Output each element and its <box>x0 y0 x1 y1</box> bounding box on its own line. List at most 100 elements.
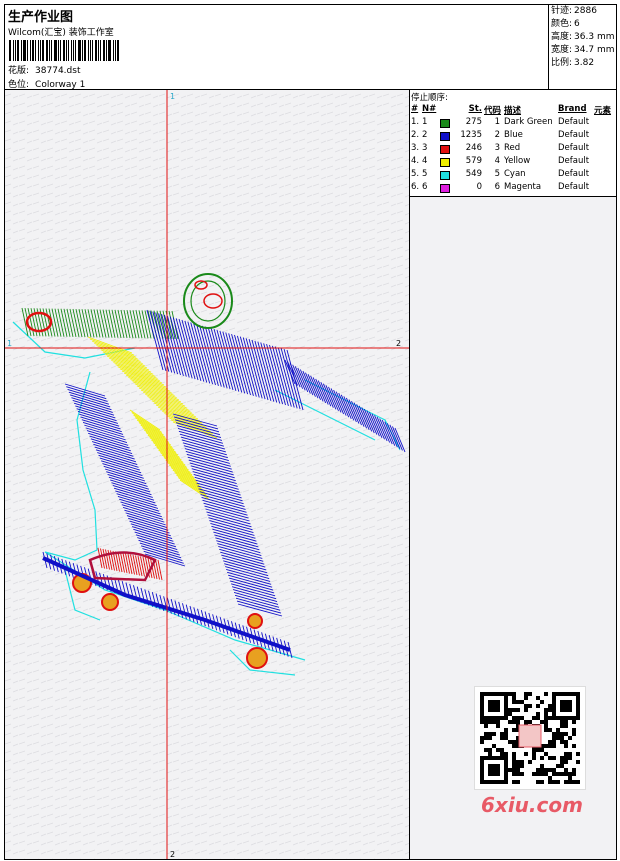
color-swatch <box>440 158 450 167</box>
stat-width: 宽度: 34.7 mm <box>549 44 616 57</box>
stat-width-label: 宽度: <box>551 45 573 55</box>
stop-sequence-row: 4. 4 579 4 Yellow Default <box>410 156 616 169</box>
barcode-bar <box>20 40 22 61</box>
colorway-field: 色位: Colorway 1 <box>8 77 85 90</box>
barcode-bar <box>29 40 31 61</box>
barcode-bar <box>106 40 108 61</box>
stat-stitches-value: 2886 <box>574 6 597 16</box>
row-hash: 6. <box>411 182 420 192</box>
barcode-bar <box>34 40 36 61</box>
barcode-bar <box>39 40 41 61</box>
stat-colors: 颜色: 6 <box>549 18 616 31</box>
row-hash: 2. <box>411 130 420 140</box>
barcode-bar <box>88 40 90 61</box>
row-description: Yellow <box>504 156 531 166</box>
row-code: 4 <box>494 156 500 166</box>
color-swatch <box>440 184 450 193</box>
barcode-bar <box>26 40 28 61</box>
row-n: 6 <box>422 182 428 192</box>
row-description: Cyan <box>504 169 526 179</box>
col-element: 元素 <box>594 106 612 116</box>
row-description: Red <box>504 143 521 153</box>
row-brand: Default <box>558 143 590 153</box>
canvas-background <box>5 90 409 859</box>
row-stitches: 579 <box>465 156 482 166</box>
barcode-bar <box>37 40 39 61</box>
barcode-bar <box>57 40 59 61</box>
stop-sequence-row: 2. 2 1235 2 Blue Default <box>410 130 616 143</box>
stat-width-value: 34.7 mm <box>574 45 615 55</box>
barcode-bar <box>65 40 67 61</box>
barcode-bar <box>22 40 26 61</box>
row-stitches: 275 <box>465 117 482 127</box>
barcode-bar <box>9 40 11 61</box>
row-hash: 3. <box>411 143 420 153</box>
qr-pattern <box>480 692 580 784</box>
barcode-bar <box>41 40 44 61</box>
barcode-bar <box>113 40 115 61</box>
barcode-bar <box>31 40 34 61</box>
row-code: 5 <box>494 169 500 179</box>
row-stitches: 0 <box>476 182 482 192</box>
axis-v-bottom-label: 2 <box>170 850 175 859</box>
axis-h-left-label: 1 <box>7 339 12 348</box>
row-n: 1 <box>422 117 428 127</box>
barcode-bar <box>73 40 75 61</box>
stop-sequence-title: 停止顺序: <box>411 93 448 103</box>
worksheet-header: 生产作业图 Wilcom(汇宝) 装饰工作室 花版: 38774.dst 色位: C… <box>5 5 616 90</box>
stat-height-value: 36.3 mm <box>574 32 615 42</box>
sheet-title: 生产作业图 <box>8 10 74 25</box>
colorway-value: Colorway 1 <box>35 80 86 90</box>
studio-name: Wilcom(汇宝) 装饰工作室 <box>8 28 114 38</box>
row-code: 3 <box>494 143 500 153</box>
barcode-bar <box>84 40 87 61</box>
stop-sequence-row: 6. 6 0 6 Magenta Default <box>410 182 616 195</box>
stat-scale-label: 比例: <box>551 58 573 68</box>
row-description: Dark Green <box>504 117 553 127</box>
stat-scale-value: 3.82 <box>574 58 595 68</box>
barcode-bar <box>50 40 52 61</box>
design-stats: 针迹: 2886 颜色: 6 高度: 36.3 mm 宽度: 34.7 mm 比例: 3.… <box>548 5 616 90</box>
row-hash: 5. <box>411 169 420 179</box>
color-swatch <box>440 171 450 180</box>
row-code: 1 <box>494 117 500 127</box>
color-swatch <box>440 119 450 128</box>
barcode-bar <box>117 40 120 61</box>
barcode-bar <box>90 40 92 61</box>
barcode <box>9 40 121 61</box>
barcode-bar <box>115 40 117 61</box>
stop-sequence-header: # N# St. 代码 描述 Brand 元素 <box>410 104 616 116</box>
barcode-bar <box>78 40 82 61</box>
col-code: 代码 <box>484 106 502 116</box>
barcode-bar <box>70 40 73 61</box>
design-canvas[interactable]: 1 2 1 2 <box>5 90 410 859</box>
row-brand: Default <box>558 130 590 140</box>
row-n: 5 <box>422 169 428 179</box>
row-brand: Default <box>558 117 590 127</box>
col-brand: Brand <box>558 104 587 114</box>
row-brand: Default <box>558 182 590 192</box>
barcode-bar <box>45 40 48 61</box>
stat-height: 高度: 36.3 mm <box>549 31 616 44</box>
row-n: 3 <box>422 143 428 153</box>
barcode-bar <box>62 40 65 61</box>
row-n: 4 <box>422 156 428 166</box>
row-stitches: 1235 <box>460 130 482 140</box>
barcode-bar <box>12 40 14 61</box>
row-description: Blue <box>504 130 523 140</box>
row-brand: Default <box>558 156 590 166</box>
color-swatch <box>440 145 450 154</box>
row-code: 6 <box>494 182 500 192</box>
embroidery-preview: 1 2 1 2 <box>5 90 409 859</box>
row-stitches: 246 <box>465 143 482 153</box>
qr-code <box>474 686 586 790</box>
row-n: 2 <box>422 130 428 140</box>
barcode-bar <box>82 40 84 61</box>
site-logo: 6xiu.com <box>481 793 583 817</box>
production-worksheet: 生产作业图 Wilcom(汇宝) 装饰工作室 花版: 38774.dst 色位: C… <box>4 4 617 860</box>
col-hash: # <box>411 104 419 114</box>
col-description: 描述 <box>504 106 522 116</box>
col-stitches: St. <box>468 104 482 114</box>
col-n: N# <box>422 104 437 114</box>
axis-v-top-label: 1 <box>170 92 175 101</box>
